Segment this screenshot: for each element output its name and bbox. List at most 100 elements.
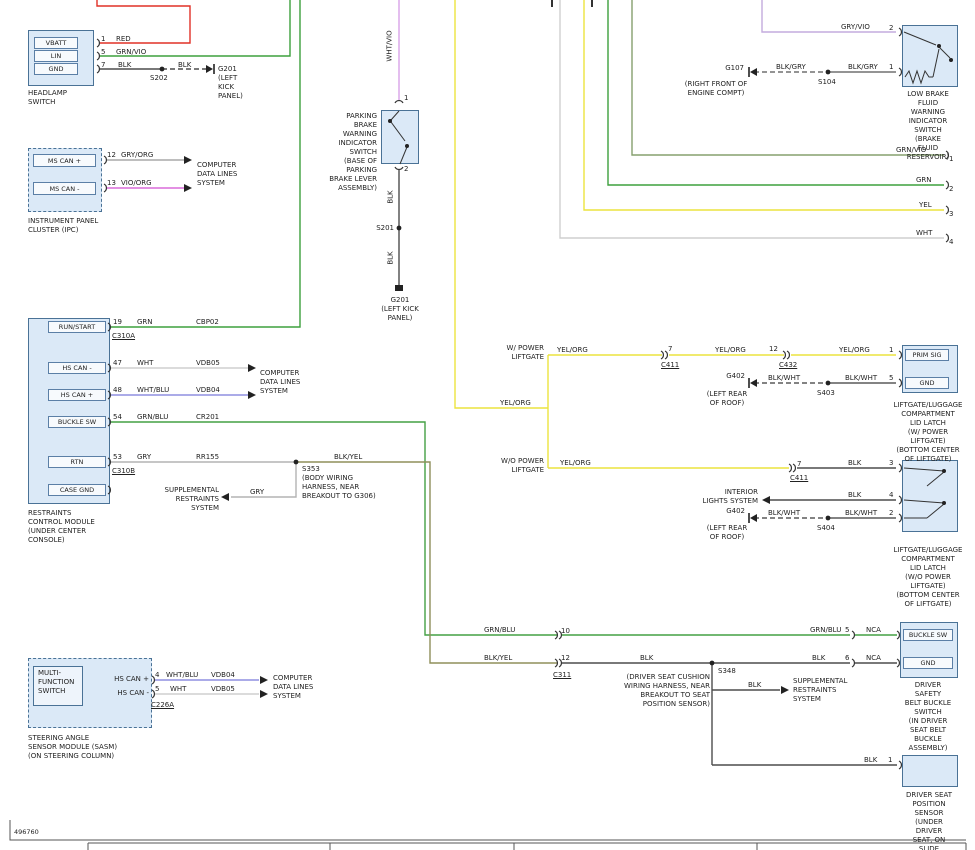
pin-chevron-icon: [108, 391, 110, 399]
switch-contact-icon: [942, 501, 946, 505]
pin-chevron-icon: [899, 496, 901, 504]
system-arrow-icon: [260, 676, 268, 684]
lbf-lead-1: [933, 49, 939, 77]
ground-label: G402: [726, 507, 745, 516]
pin-number: 19: [113, 318, 122, 327]
ground-location: (LEFT REAR OF ROOF): [707, 390, 747, 408]
circuit-label: VDB05: [196, 359, 220, 368]
circuit-label: RR155: [196, 453, 219, 462]
circuit-label: CBP02: [196, 318, 219, 327]
system-label: COMPUTER DATA LINES SYSTEM: [197, 161, 237, 188]
switch-contact-icon: [949, 58, 953, 62]
pin-chevron-icon: [787, 351, 789, 359]
wolatch-blade-1: [927, 472, 944, 486]
ground-label: G201 (LEFT KICK PANEL): [218, 65, 243, 101]
ground-label: G402: [726, 372, 745, 381]
pin-chevron-icon: [899, 28, 901, 36]
wire-label: YEL/ORG: [560, 459, 591, 468]
pin-number: 1: [404, 94, 408, 103]
pin-chevron-icon: [899, 761, 901, 769]
splice-label: S201: [376, 224, 394, 233]
splice-label: S202: [150, 74, 168, 83]
pin-number: 54: [113, 413, 122, 422]
pin-chevron-icon: [852, 631, 854, 639]
circuit-label: VDB04: [211, 671, 235, 680]
wire-label: BLK/GRY: [776, 63, 806, 72]
wire-gry-vio: [762, 0, 896, 32]
wire-label: GRY/VIO: [841, 23, 870, 32]
pin-number: 7: [101, 61, 105, 70]
parking-brake-lead-bottom: [400, 147, 407, 164]
pin-chevron-icon: [899, 514, 901, 522]
pin-number: 12: [769, 345, 778, 354]
pin-number: 4: [889, 491, 893, 500]
lbf-lead-2: [904, 32, 936, 45]
pin-number: 6: [845, 654, 849, 663]
wire-grn-vio-1: [632, 0, 944, 155]
wire-label: BLK: [864, 756, 877, 765]
wire-label: GRY: [250, 488, 264, 497]
pin-chevron-icon: [899, 379, 901, 387]
splice-location: (DRIVER SEAT CUSHION WIRING HARNESS, NEA…: [624, 673, 710, 709]
pin-number: 3: [949, 210, 953, 219]
connector-label: C310B: [112, 467, 135, 476]
circuit-label: VDB04: [196, 386, 220, 395]
wire-label: WHT: [916, 229, 932, 238]
wiring-diagram-canvas: VBATTLINGNDMS CAN +MS CAN -RUN/STARTHS C…: [0, 0, 975, 850]
wolatch-lead-2: [904, 500, 944, 503]
latch-w-caption: LIFTGATE/LUGGAGE COMPARTMENT LID LATCH (…: [894, 401, 963, 464]
wire-label: BLK/WHT: [768, 509, 800, 518]
wire-label: BLK/WHT: [845, 374, 877, 383]
wire-vbatt-red: [97, 0, 190, 43]
pin-chevron-icon: [97, 39, 99, 47]
connector-label: C226A: [151, 701, 174, 710]
wolatch-lead-1: [904, 468, 944, 471]
system-arrow-icon: [781, 686, 789, 694]
pin-number: 5: [889, 374, 893, 383]
sheet-number: 496760: [14, 828, 39, 837]
pin-chevron-icon: [899, 351, 901, 359]
wire-label: BLK: [387, 190, 396, 203]
system-label: COMPUTER DATA LINES SYSTEM: [273, 674, 313, 701]
pin-chevron-icon: [789, 464, 791, 472]
wire-label: GRN: [916, 176, 932, 185]
wire-label: WHT/VIO: [386, 30, 395, 61]
wire-label: BLK/WHT: [768, 374, 800, 383]
ground-arrow-icon-G402-lower: [750, 514, 757, 522]
wire-grn-2: [608, 0, 944, 185]
splice-S104: [826, 70, 831, 75]
seat-sensor-caption: DRIVER SEAT POSITION SENSOR (UNDER DRIVE…: [906, 791, 952, 850]
pin-number: 2: [949, 185, 953, 194]
pin-number: 1: [888, 756, 892, 765]
wire-label: BLK: [387, 251, 396, 264]
system-arrow-icon: [248, 391, 256, 399]
wire-label: BLK: [848, 459, 861, 468]
wire-label: BLK: [640, 654, 653, 663]
circuit-label: CR201: [196, 413, 219, 422]
buckle-caption: DRIVER SAFETY BELT BUCKLE SWITCH (IN DRI…: [905, 681, 952, 753]
wire-wht-4: [560, 0, 944, 238]
system-arrow-icon: [260, 690, 268, 698]
branch-label: W/O POWER LIFTGATE: [501, 457, 544, 475]
switch-contact-icon: [388, 119, 392, 123]
ground-symbol-G201-center: [395, 285, 403, 291]
wire-label: BLK: [178, 61, 191, 70]
wire-label: BLK: [848, 491, 861, 500]
splice-S404: [826, 516, 831, 521]
pin-number: 13: [107, 179, 116, 188]
wire-label: GRN/BLU: [810, 626, 841, 635]
wire-label: YEL/ORG: [500, 399, 531, 408]
splice-label: S403: [817, 389, 835, 398]
wire-label: WHT/BLU: [137, 386, 169, 395]
pin-number: 7: [668, 345, 672, 354]
wire-label: BLK: [812, 654, 825, 663]
connector-label: C432: [779, 361, 797, 370]
pin-chevron-icon: [97, 65, 99, 73]
wire-label: GRY: [137, 453, 151, 462]
system-label: SUPPLEMENTAL RESTRAINTS SYSTEM: [793, 677, 847, 704]
pin-number: 5: [155, 685, 159, 694]
parking-brake-lead-top: [391, 111, 399, 120]
wire-label: WHT/BLU: [166, 671, 198, 680]
splice-label: S348: [718, 667, 736, 676]
ground-location: (LEFT REAR OF ROOF): [707, 524, 747, 542]
